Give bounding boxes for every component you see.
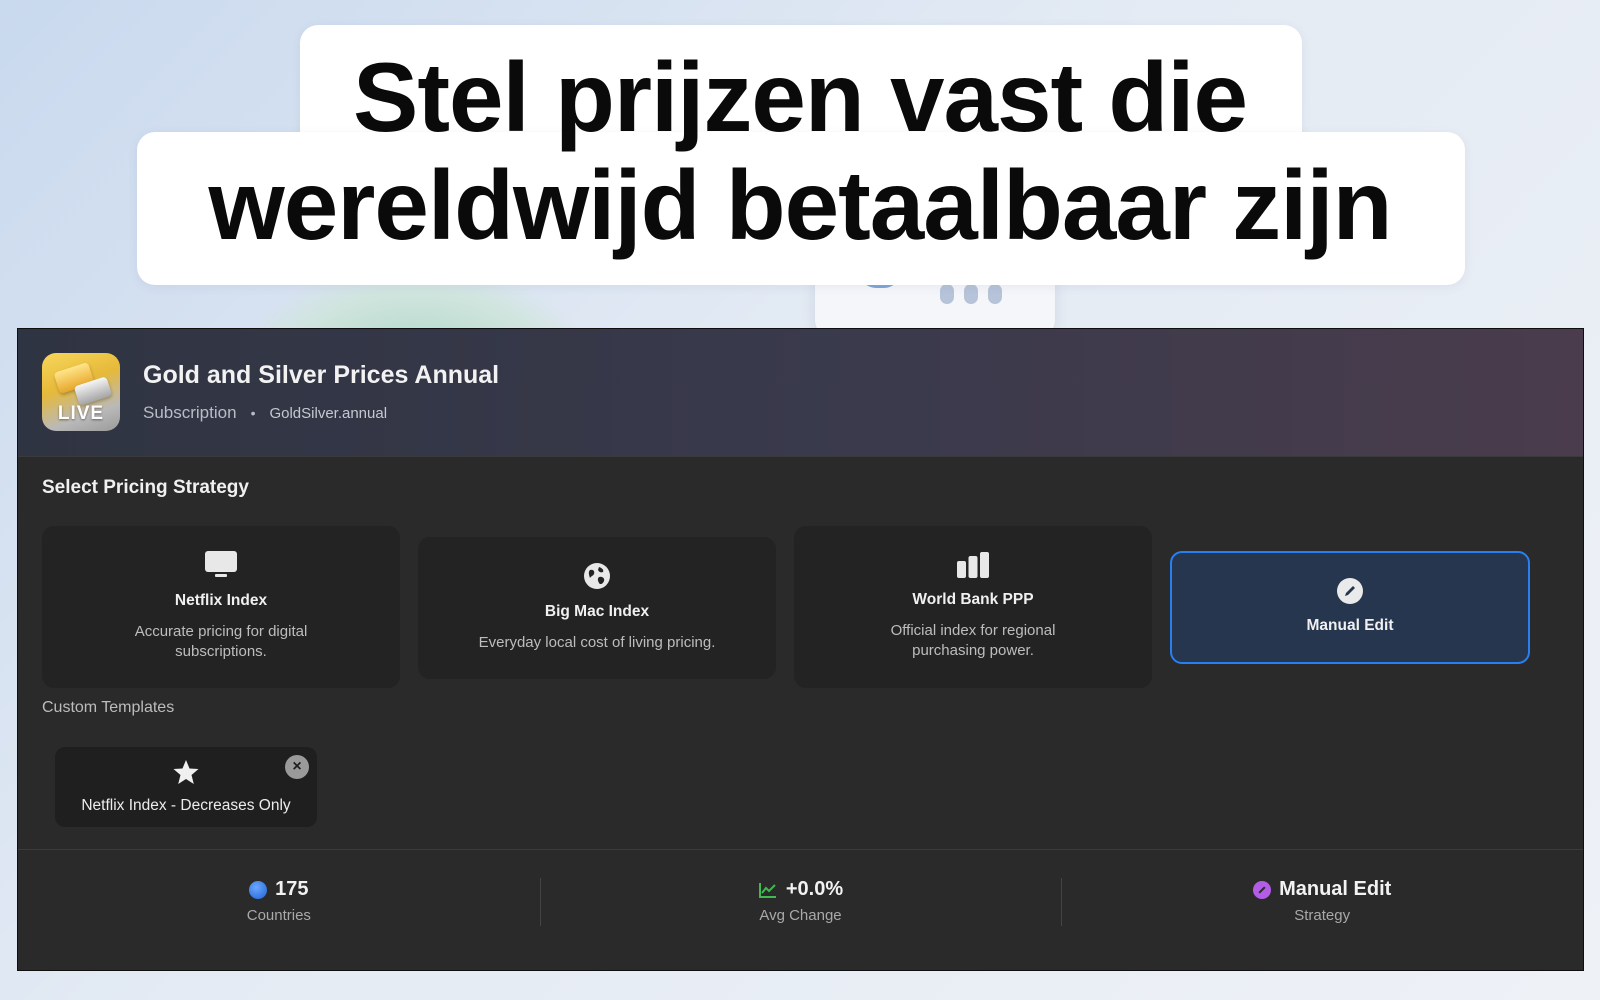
stat-label: Avg Change — [759, 907, 842, 924]
stat-label: Countries — [246, 907, 311, 924]
stat-countries: 175 Countries — [18, 850, 540, 970]
stat-avg-change: +0.0% Avg Change — [539, 850, 1062, 970]
strategy-card-netflix-index[interactable]: Netflix Index Accurate pricing for digit… — [42, 526, 400, 688]
summary-footer: 175 Countries +0.0% Avg Change Manual Ed… — [18, 849, 1583, 970]
product-id: GoldSilver.annual — [269, 404, 388, 422]
headline-line-2: wereldwijd betaalbaar zijn — [208, 150, 1392, 260]
globe-icon — [584, 563, 610, 589]
product-title: Gold and Silver Prices Annual — [143, 361, 500, 389]
pencil-icon — [1253, 880, 1272, 899]
stat-value: Manual Edit — [1279, 878, 1392, 900]
strategy-card-title: Netflix Index — [174, 592, 268, 609]
strategy-card-manual-edit[interactable]: Manual Edit — [1170, 551, 1530, 664]
section-title: Select Pricing Strategy — [42, 477, 249, 498]
product-type: Subscription — [143, 403, 237, 422]
strategy-card-title: World Bank PPP — [912, 591, 1034, 608]
product-meta: Subscription • GoldSilver.annual — [143, 403, 387, 423]
marketing-headline: Stel prijzen vast die wereldwijd betaalb… — [0, 0, 1600, 300]
strategy-card-world-bank-ppp[interactable]: World Bank PPP Official index for region… — [794, 526, 1152, 688]
custom-template-card[interactable]: × Netflix Index - Decreases Only — [55, 747, 317, 827]
product-header: LIVE Gold and Silver Prices Annual Subsc… — [18, 329, 1583, 457]
custom-template-name: Netflix Index - Decreases Only — [81, 797, 291, 814]
bar-chart-icon — [957, 552, 989, 578]
strategy-card-title: Manual Edit — [1306, 617, 1394, 634]
star-icon — [173, 760, 199, 784]
stat-value: +0.0% — [785, 878, 844, 900]
pencil-icon — [1337, 578, 1363, 604]
stat-strategy: Manual Edit Strategy — [1061, 850, 1583, 970]
strategy-card-big-mac-index[interactable]: Big Mac Index Everyday local cost of liv… — [418, 537, 776, 679]
stat-label: Strategy — [1294, 907, 1351, 924]
stat-value: 175 — [275, 878, 309, 900]
strategy-card-description: Everyday local cost of living pricing. — [478, 634, 716, 651]
app-icon: LIVE — [42, 353, 120, 431]
strategy-card-title: Big Mac Index — [544, 603, 650, 620]
headline-line-1: Stel prijzen vast die — [353, 42, 1248, 152]
custom-templates-label: Custom Templates — [42, 699, 175, 716]
strategy-card-description: Official index for regional purchasing p… — [890, 622, 1056, 659]
monitor-icon — [205, 551, 237, 577]
strategy-card-description: Accurate pricing for digital subscriptio… — [134, 623, 308, 660]
app-icon-label: LIVE — [57, 403, 105, 424]
trend-icon — [758, 882, 776, 898]
remove-template-close-icon[interactable]: × — [285, 755, 309, 779]
globe-icon — [249, 880, 268, 899]
pricing-window: LIVE Gold and Silver Prices Annual Subsc… — [17, 328, 1584, 971]
meta-separator: • — [250, 405, 256, 421]
